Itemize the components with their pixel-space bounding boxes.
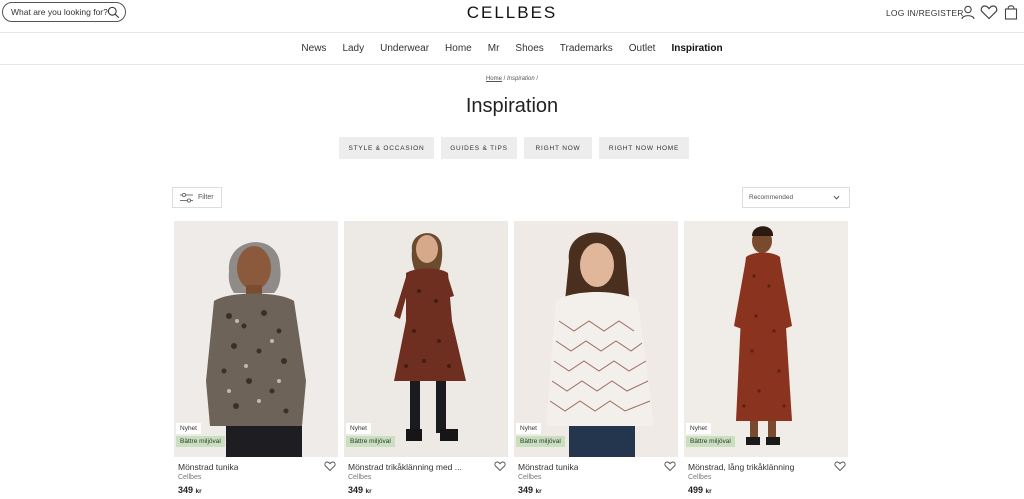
badge-new: Nyhet (516, 423, 541, 434)
nav-item-underwear[interactable]: Underwear (380, 43, 429, 54)
price-value: 499 (688, 485, 704, 495)
product-name[interactable]: Mönstrad trikåklänning med ... (348, 462, 462, 472)
badge-eco: Bättre miljöval (346, 436, 395, 447)
heart-icon[interactable] (664, 460, 676, 472)
product-brand: Cellbes (348, 474, 372, 481)
product-name[interactable]: Mönstrad tunika (178, 462, 238, 472)
nav-item-trademarks[interactable]: Trademarks (560, 43, 613, 54)
filter-button[interactable]: Filter (172, 187, 222, 208)
badge-eco: Bättre miljöval (686, 436, 735, 447)
price-value: 349 (348, 485, 364, 495)
breadcrumb-current: Inspiration (507, 76, 535, 82)
sort-selected-value: Recommended (749, 194, 794, 201)
product-image[interactable]: Nyhet Bättre miljöval (174, 221, 338, 457)
product-price: 349 kr (518, 485, 542, 495)
product-name[interactable]: Mönstrad tunika (518, 462, 578, 472)
heart-icon[interactable] (980, 4, 998, 20)
breadcrumb-home[interactable]: Home (486, 76, 502, 82)
category-buttons: STYLE & OCCASION GUIDES & TIPS RIGHT NOW… (339, 137, 689, 159)
badge-new: Nyhet (686, 423, 711, 434)
product-price: 349 kr (348, 485, 372, 495)
product-image[interactable]: Nyhet Bättre miljöval (684, 221, 848, 457)
sort-select[interactable]: Recommended (742, 187, 850, 208)
nav-item-home[interactable]: Home (445, 43, 472, 54)
site-logo[interactable]: CELLBES (0, 3, 1024, 23)
site-header: What are you looking for? CELLBES LOG IN… (0, 0, 1024, 32)
product-brand: Cellbes (178, 474, 202, 481)
badge-new: Nyhet (346, 423, 371, 434)
nav-item-lady[interactable]: Lady (342, 43, 364, 54)
nav-divider (0, 64, 1024, 65)
filter-label: Filter (198, 194, 214, 201)
price-value: 349 (178, 485, 194, 495)
nav-item-outlet[interactable]: Outlet (629, 43, 656, 54)
price-currency: kr (535, 488, 542, 495)
product-image[interactable]: Nyhet Bättre miljöval (514, 221, 678, 457)
breadcrumb-separator: / (503, 76, 506, 82)
chevron-down-icon (833, 195, 840, 200)
badge-new: Nyhet (176, 423, 201, 434)
badge-eco: Bättre miljöval (516, 436, 565, 447)
user-icon[interactable] (960, 4, 976, 20)
page-title: Inspiration (465, 95, 559, 117)
product-card[interactable]: Nyhet Bättre miljöval Mönstrad tunika Ce… (174, 221, 338, 497)
product-brand: Cellbes (518, 474, 542, 481)
price-currency: kr (195, 488, 202, 495)
badge-eco: Bättre miljöval (176, 436, 225, 447)
price-value: 349 (518, 485, 534, 495)
product-card[interactable]: Nyhet Bättre miljöval Mönstrad, lång tri… (684, 221, 848, 497)
category-style-occasion[interactable]: STYLE & OCCASION (339, 137, 434, 159)
breadcrumb-trailing-separator: / (536, 76, 539, 82)
heart-icon[interactable] (324, 460, 336, 472)
login-register-link[interactable]: LOG IN/REGISTER (886, 8, 964, 18)
price-currency: kr (705, 488, 712, 495)
main-nav: News Lady Underwear Home Mr Shoes Tradem… (0, 33, 1024, 63)
product-card[interactable]: Nyhet Bättre miljöval Mönstrad trikåklän… (344, 221, 508, 497)
nav-item-mr[interactable]: Mr (488, 43, 500, 54)
product-card[interactable]: Nyhet Bättre miljöval Mönstrad tunika Ce… (514, 221, 678, 497)
shopping-bag-icon[interactable] (1003, 4, 1019, 20)
nav-item-inspiration[interactable]: Inspiration (671, 43, 722, 54)
product-price: 349 kr (178, 485, 202, 495)
product-price: 499 kr (688, 485, 712, 495)
product-name[interactable]: Mönstrad, lång trikåklänning (688, 462, 794, 472)
category-right-now-home[interactable]: RIGHT NOW HOME (599, 137, 689, 159)
price-currency: kr (365, 488, 372, 495)
sliders-icon (180, 192, 193, 203)
category-guides-tips[interactable]: GUIDES & TIPS (441, 137, 517, 159)
nav-item-news[interactable]: News (301, 43, 326, 54)
product-brand: Cellbes (688, 474, 712, 481)
product-grid: Nyhet Bättre miljöval Mönstrad tunika Ce… (174, 221, 848, 497)
heart-icon[interactable] (494, 460, 506, 472)
breadcrumb: Home / Inspiration / (0, 76, 1024, 82)
heart-icon[interactable] (834, 460, 846, 472)
category-right-now[interactable]: RIGHT NOW (524, 137, 592, 159)
product-image[interactable]: Nyhet Bättre miljöval (344, 221, 508, 457)
nav-item-shoes[interactable]: Shoes (515, 43, 543, 54)
